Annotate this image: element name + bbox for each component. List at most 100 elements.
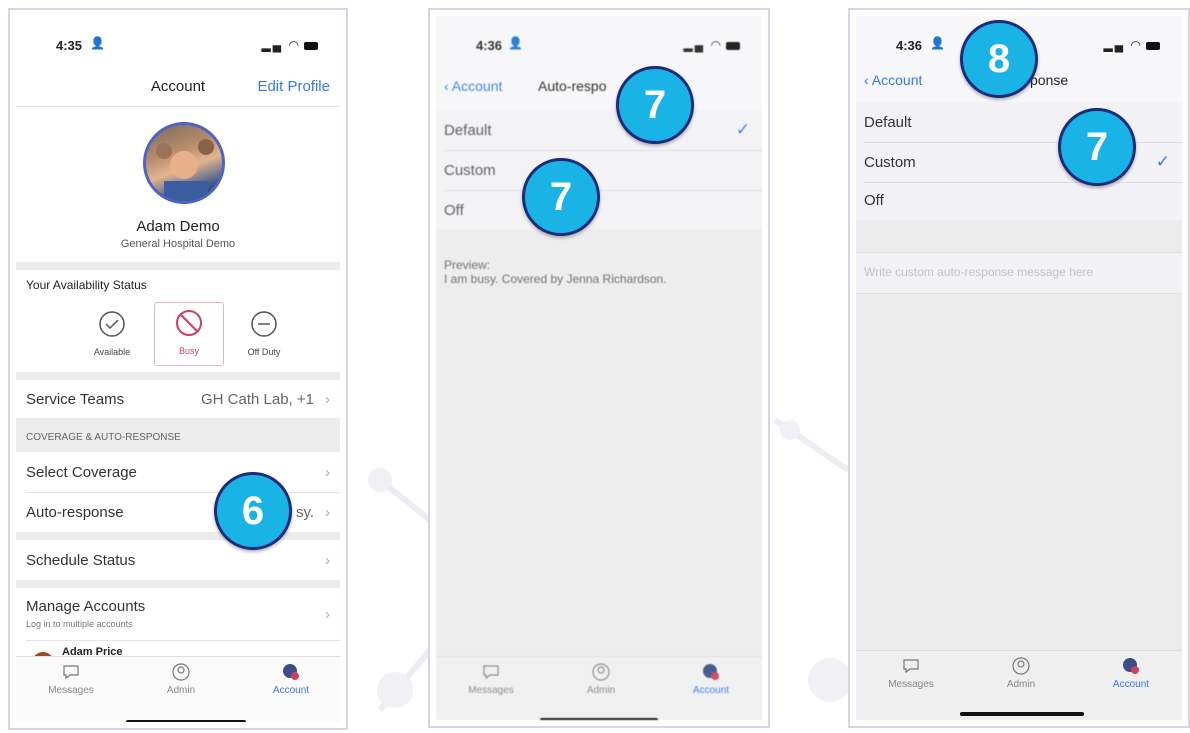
status-bar: 4:35 👤 ▂▄ ◠ bbox=[16, 16, 340, 76]
clock: 4:35 bbox=[56, 38, 83, 53]
person-icon: 👤 bbox=[90, 36, 105, 50]
edit-profile-link[interactable]: Edit Profile bbox=[257, 78, 330, 95]
back-label: Account bbox=[451, 78, 503, 94]
no-entry-icon bbox=[176, 310, 202, 336]
back-button[interactable]: ‹ Account bbox=[864, 72, 922, 88]
clock: 4:36 bbox=[896, 38, 923, 53]
checkmark-icon: ✓ bbox=[735, 120, 750, 139]
chevron-left-icon: ‹ bbox=[864, 72, 872, 88]
tab-admin[interactable]: Admin bbox=[556, 663, 646, 696]
status-busy-label: Busy bbox=[178, 346, 199, 356]
service-teams-row[interactable]: Service Teams GH Cath Lab, +1 › bbox=[16, 380, 340, 418]
status-bar: 4:36 👤 ▂▄ ◠ bbox=[436, 16, 762, 76]
divider bbox=[16, 580, 340, 588]
check-circle-icon bbox=[99, 311, 125, 337]
chevron-right-icon: › bbox=[325, 552, 330, 569]
tab-messages-label: Messages bbox=[48, 685, 94, 696]
page-title: Auto-respo bbox=[538, 78, 607, 94]
auto-response-screen-custom: 4:36 👤 ▂▄ ◠ ‹ Account ponse Default Cust… bbox=[848, 8, 1190, 728]
auto-response-value: sy. bbox=[295, 504, 314, 521]
tab-account-label: Account bbox=[272, 685, 310, 696]
tab-account[interactable]: Account bbox=[246, 663, 336, 696]
preview-label: Preview: bbox=[444, 258, 491, 272]
auto-response-label: Auto-response bbox=[26, 504, 124, 521]
tab-bar: Messages Admin Account bbox=[16, 656, 340, 722]
select-coverage-row[interactable]: Select Coverage › bbox=[16, 452, 340, 492]
tab-admin-label: Admin bbox=[1006, 679, 1036, 690]
tab-admin-label: Admin bbox=[166, 685, 196, 696]
manage-accounts-subtitle: Log in to multiple accounts bbox=[26, 619, 133, 629]
service-teams-value: GH Cath Lab, +1 bbox=[201, 391, 314, 408]
tab-account[interactable]: Account bbox=[666, 663, 756, 696]
battery-icon bbox=[304, 41, 318, 50]
tab-admin[interactable]: Admin bbox=[136, 663, 226, 696]
option-custom-label: Custom bbox=[864, 154, 916, 171]
admin-icon bbox=[1012, 657, 1030, 675]
account-icon bbox=[703, 664, 719, 680]
option-off-label: Off bbox=[444, 202, 464, 219]
divider bbox=[16, 532, 340, 540]
tab-bar: Messages Admin Account bbox=[856, 650, 1182, 720]
select-coverage-label: Select Coverage bbox=[26, 464, 137, 481]
tab-admin[interactable]: Admin bbox=[976, 657, 1066, 690]
manage-accounts-row[interactable]: Manage Accounts Log in to multiple accou… bbox=[16, 588, 340, 640]
preview-text: I am busy. Covered by Jenna Richardson. bbox=[444, 272, 667, 286]
home-indicator bbox=[540, 718, 658, 720]
tab-account[interactable]: Account bbox=[1086, 657, 1176, 690]
chevron-left-icon: ‹ bbox=[444, 78, 452, 94]
custom-message-input[interactable]: Write custom auto-response message here bbox=[856, 252, 1182, 294]
tab-account-label: Account bbox=[1112, 679, 1150, 690]
tab-admin-label: Admin bbox=[586, 685, 616, 696]
account-icon bbox=[283, 664, 299, 680]
step-badge-7: 7 bbox=[1058, 108, 1136, 186]
option-off-label: Off bbox=[864, 192, 884, 209]
section-header: COVERAGE & AUTO-RESPONSE bbox=[26, 432, 181, 443]
chat-bubble-icon bbox=[63, 665, 79, 680]
battery-icon bbox=[1146, 41, 1160, 50]
status-available-label: Available bbox=[93, 347, 131, 357]
clock: 4:36 bbox=[476, 38, 503, 53]
system-icons: ▂▄ ◠ bbox=[1103, 38, 1160, 52]
tab-messages-label: Messages bbox=[888, 679, 934, 690]
person-icon: 👤 bbox=[930, 36, 945, 50]
back-button[interactable]: ‹ Account bbox=[444, 78, 502, 94]
system-icons: ▂▄ ◠ bbox=[683, 38, 740, 52]
schedule-status-label: Schedule Status bbox=[26, 552, 136, 569]
organization: General Hospital Demo bbox=[120, 238, 236, 250]
system-icons: ▂▄ ◠ bbox=[261, 38, 318, 52]
tab-bar: Messages Admin Account bbox=[436, 656, 762, 720]
step-badge-7: 7 bbox=[616, 66, 694, 144]
admin-icon bbox=[592, 663, 610, 681]
chevron-right-icon: › bbox=[325, 504, 330, 521]
account-screen: 4:35 👤 ▂▄ ◠ Account Edit Profile Adam De… bbox=[8, 8, 348, 730]
status-off-duty-label: Off Duty bbox=[247, 347, 281, 357]
status-busy[interactable]: Busy bbox=[154, 302, 224, 366]
option-default[interactable]: Default ✓ bbox=[436, 110, 762, 150]
person-icon: 👤 bbox=[508, 36, 523, 50]
status-available[interactable]: Available bbox=[80, 306, 144, 368]
auto-response-screen-default: 4:36 👤 ▂▄ ◠ ‹ Account Auto-respo Default… bbox=[428, 8, 770, 728]
admin-icon bbox=[172, 663, 190, 681]
user-name: Adam Demo bbox=[136, 218, 220, 235]
step-badge-7: 7 bbox=[522, 158, 600, 236]
chevron-right-icon: › bbox=[325, 391, 330, 408]
manage-accounts-label: Manage Accounts bbox=[26, 598, 146, 615]
checkmark-icon: ✓ bbox=[1155, 152, 1170, 171]
option-off[interactable]: Off bbox=[856, 182, 1182, 220]
battery-icon bbox=[726, 41, 740, 50]
tab-messages[interactable]: Messages bbox=[26, 663, 116, 696]
avatar[interactable] bbox=[143, 122, 225, 204]
step-badge-6: 6 bbox=[214, 472, 292, 550]
availability-heading: Your Availability Status bbox=[26, 278, 147, 292]
tab-messages[interactable]: Messages bbox=[866, 657, 956, 690]
account-icon bbox=[1123, 658, 1139, 674]
avatar-photo bbox=[156, 139, 214, 201]
schedule-status-row[interactable]: Schedule Status › bbox=[16, 540, 340, 580]
option-custom[interactable]: Custom bbox=[436, 150, 762, 190]
tab-messages[interactable]: Messages bbox=[446, 663, 536, 696]
option-default-label: Default bbox=[444, 122, 492, 139]
status-off-duty[interactable]: Off Duty bbox=[232, 306, 296, 368]
service-teams-label: Service Teams bbox=[26, 391, 125, 408]
tab-messages-label: Messages bbox=[468, 685, 514, 696]
back-label: Account bbox=[871, 72, 923, 88]
